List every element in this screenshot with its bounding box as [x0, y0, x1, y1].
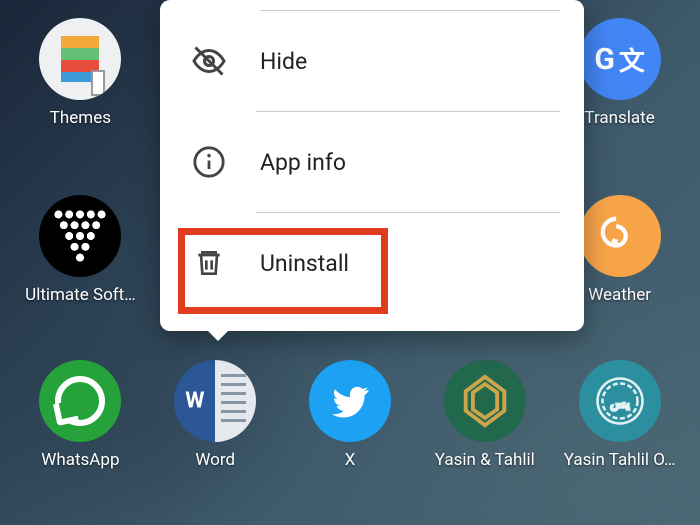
app-word[interactable]: W Word	[153, 360, 278, 470]
menu-item-app-info[interactable]: App info	[160, 112, 584, 212]
app-label: Translate	[584, 108, 654, 128]
info-icon	[190, 145, 228, 179]
app-ultimate-soft[interactable]: Ultimate Soft…	[18, 195, 143, 305]
translate-icon: G文	[579, 18, 661, 100]
menu-item-label: Hide	[260, 48, 307, 75]
context-menu: Hide App info Uninstall	[160, 0, 584, 331]
yasin2-icon: يس	[579, 360, 661, 442]
app-label: Themes	[50, 108, 111, 128]
app-label: Word	[195, 450, 235, 470]
app-x[interactable]: X	[288, 360, 413, 470]
hide-icon	[190, 43, 228, 79]
whatsapp-icon	[39, 360, 121, 442]
svg-text:يس: يس	[610, 396, 630, 411]
twitter-icon	[309, 360, 391, 442]
app-label: Weather	[588, 285, 651, 305]
menu-item-label: App info	[260, 149, 346, 176]
app-label: Yasin & Tahlil	[435, 450, 535, 470]
app-label: X	[345, 450, 356, 470]
menu-item-label: Uninstall	[260, 250, 349, 277]
trash-icon	[190, 247, 228, 279]
app-yasin-tahlil[interactable]: Yasin & Tahlil	[422, 360, 547, 470]
menu-item-uninstall[interactable]: Uninstall	[160, 213, 584, 313]
ultimate-icon	[39, 195, 121, 277]
app-label: Yasin Tahlil O…	[564, 450, 676, 470]
app-row-3: WhatsApp W Word X Yasin & Tahlil يس Yasi…	[0, 360, 700, 470]
weather-icon	[579, 195, 661, 277]
app-whatsapp[interactable]: WhatsApp	[18, 360, 143, 470]
app-themes[interactable]: Themes	[18, 18, 143, 128]
menu-item-hide[interactable]: Hide	[160, 11, 584, 111]
word-icon: W	[174, 360, 256, 442]
yasin1-icon	[444, 360, 526, 442]
app-label: Ultimate Soft…	[25, 285, 135, 305]
app-label: WhatsApp	[41, 450, 119, 470]
themes-icon	[39, 18, 121, 100]
app-yasin-tahlil-o[interactable]: يس Yasin Tahlil O…	[557, 360, 682, 470]
